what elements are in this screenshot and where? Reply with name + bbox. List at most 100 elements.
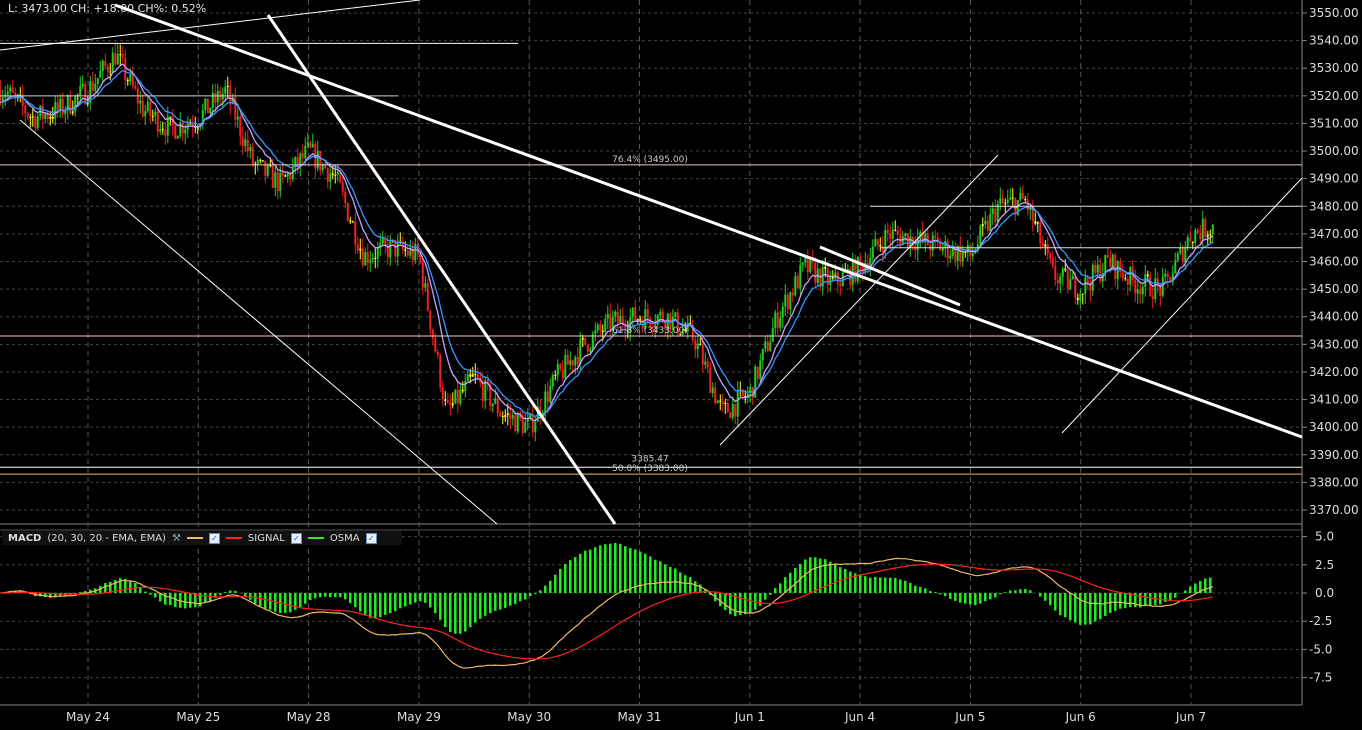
candle-body bbox=[564, 354, 567, 379]
candle-body bbox=[1036, 222, 1039, 224]
candle-body bbox=[434, 338, 437, 352]
candle-body bbox=[426, 283, 429, 311]
price-chart[interactable]: 3370.00 3380.00 3390.00 3400.00 3410.00 3420.… bbox=[0, 0, 1362, 730]
macd-checkbox-icon[interactable]: ✓ bbox=[208, 532, 220, 544]
signal-label: SIGNAL bbox=[247, 532, 285, 544]
macd-swatch bbox=[186, 537, 203, 539]
candle-body bbox=[141, 100, 144, 117]
candle-body bbox=[766, 341, 769, 351]
candle-body bbox=[876, 239, 879, 246]
candle-body bbox=[69, 95, 72, 114]
candle-body bbox=[361, 248, 364, 266]
candle-body bbox=[461, 389, 464, 392]
candle-body bbox=[994, 208, 997, 222]
candle-body bbox=[581, 337, 584, 340]
candle-body bbox=[74, 95, 77, 112]
macd-tick-label: -5.0 bbox=[1309, 642, 1332, 656]
candle-body bbox=[44, 113, 47, 119]
candle-body bbox=[786, 294, 789, 310]
candle-body bbox=[371, 257, 374, 261]
candle-body bbox=[329, 173, 332, 182]
candle-body bbox=[1191, 241, 1194, 243]
candle-body bbox=[106, 66, 109, 72]
candle-body bbox=[1124, 278, 1127, 280]
candle-body bbox=[509, 413, 512, 419]
candle-body bbox=[714, 387, 717, 404]
candle-body bbox=[156, 111, 159, 132]
candle-body bbox=[784, 294, 787, 307]
candle-body bbox=[1046, 244, 1049, 254]
candle-body bbox=[554, 375, 557, 377]
candle-body bbox=[699, 343, 702, 346]
candle-body bbox=[469, 374, 472, 377]
signal-checkbox-icon[interactable]: ✓ bbox=[290, 532, 302, 544]
price-tick-label: 3410.00 bbox=[1309, 393, 1359, 407]
candle-body bbox=[124, 57, 127, 81]
candle-body bbox=[1041, 243, 1044, 247]
candle-body bbox=[1136, 289, 1139, 294]
candle-body bbox=[464, 381, 467, 392]
candle-body bbox=[979, 226, 982, 245]
candle-body bbox=[94, 83, 97, 91]
price-tick-label: 3420.00 bbox=[1309, 365, 1359, 379]
candle-body bbox=[1126, 278, 1129, 285]
candle-body bbox=[1204, 219, 1207, 238]
candle-body bbox=[796, 275, 799, 289]
candle-body bbox=[1004, 202, 1007, 204]
candle-body bbox=[316, 151, 319, 169]
candle-body bbox=[704, 361, 707, 365]
candle-body bbox=[336, 171, 339, 175]
candle-body bbox=[396, 241, 399, 257]
candle-body bbox=[931, 235, 934, 251]
candle-body bbox=[1176, 253, 1179, 261]
candle-body bbox=[1026, 199, 1029, 211]
candle-body bbox=[306, 141, 309, 146]
candle-body bbox=[451, 403, 454, 406]
candle-body bbox=[561, 369, 564, 379]
candle-body bbox=[144, 111, 147, 117]
candle-body bbox=[1069, 279, 1072, 290]
signal-swatch bbox=[225, 537, 242, 539]
price-tick-label: 3370.00 bbox=[1309, 503, 1359, 517]
candle-body bbox=[281, 172, 284, 176]
price-tick-label: 3390.00 bbox=[1309, 448, 1359, 462]
candle-body bbox=[184, 129, 187, 134]
candle-body bbox=[879, 245, 882, 247]
macd-tick-label: 5.0 bbox=[1315, 530, 1334, 544]
candle-body bbox=[634, 307, 637, 321]
candle-body bbox=[1044, 244, 1047, 247]
candle-body bbox=[789, 292, 792, 310]
candle-body bbox=[481, 382, 484, 401]
candle-body bbox=[139, 100, 142, 104]
candle-body bbox=[309, 141, 312, 148]
candle-body bbox=[259, 159, 262, 161]
candle-body bbox=[1164, 273, 1167, 277]
osma-checkbox-icon[interactable]: ✓ bbox=[365, 532, 377, 544]
candle-body bbox=[729, 412, 732, 419]
price-tick-label: 3430.00 bbox=[1309, 337, 1359, 351]
candle-body bbox=[159, 129, 162, 132]
candle-body bbox=[1141, 286, 1144, 295]
candle-body bbox=[176, 135, 179, 139]
candle-body bbox=[616, 311, 619, 323]
fib-level-label: 76.4% (3495.00) bbox=[612, 155, 688, 165]
candle-body bbox=[146, 101, 149, 112]
candle-body bbox=[534, 421, 537, 433]
candle-body bbox=[446, 400, 449, 403]
candle-body bbox=[364, 251, 367, 266]
macd-tick-label: 0.0 bbox=[1315, 586, 1334, 600]
wrench-icon[interactable]: ⚒ bbox=[172, 533, 181, 544]
candle-body bbox=[1109, 257, 1112, 268]
macd-tick-label: 2.5 bbox=[1315, 558, 1334, 572]
candle-body bbox=[196, 127, 199, 129]
price-tick-label: 3400.00 bbox=[1309, 420, 1359, 434]
candle-body bbox=[226, 85, 229, 87]
candle-body bbox=[311, 144, 314, 148]
price-tick-label: 3510.00 bbox=[1309, 116, 1359, 130]
candle-body bbox=[496, 398, 499, 414]
candle-body bbox=[501, 416, 504, 418]
candle-body bbox=[724, 402, 727, 405]
candle-body bbox=[1199, 233, 1202, 240]
osma-histogram bbox=[4, 543, 1212, 634]
osma-label: OSMA bbox=[329, 532, 360, 544]
